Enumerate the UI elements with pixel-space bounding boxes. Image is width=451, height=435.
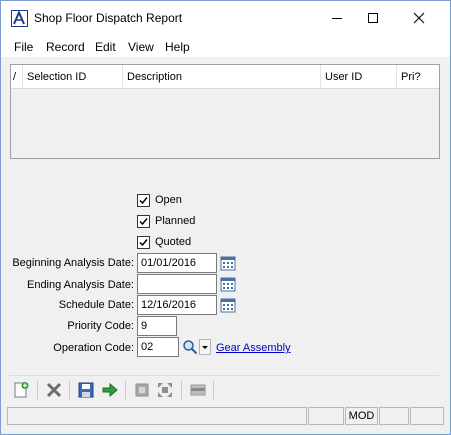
grid-header: / Selection ID Description User ID Pri? bbox=[11, 65, 439, 89]
schedule-date-input[interactable]: 12/16/2016 bbox=[137, 295, 217, 315]
open-checkbox-row[interactable]: Open bbox=[137, 192, 182, 208]
ending-analysis-date-label: Ending Analysis Date: bbox=[26, 279, 134, 291]
calendar-icon bbox=[220, 298, 236, 313]
planned-checkbox-row[interactable]: Planned bbox=[137, 213, 195, 229]
grid-body[interactable] bbox=[11, 89, 439, 158]
status-bar: MOD bbox=[7, 407, 444, 425]
planned-checkbox[interactable] bbox=[137, 214, 150, 228]
delete-button[interactable] bbox=[44, 380, 64, 400]
column-header-pri[interactable]: Pri? bbox=[397, 65, 439, 89]
calendar-icon bbox=[220, 256, 236, 271]
beginning-analysis-date-label: Beginning Analysis Date: bbox=[12, 257, 134, 269]
column-header-flag[interactable]: / bbox=[11, 65, 23, 89]
open-checkbox[interactable] bbox=[137, 193, 150, 207]
open-label: Open bbox=[155, 194, 182, 206]
expand-icon bbox=[158, 383, 172, 397]
status-cell-blank bbox=[379, 407, 409, 425]
save-icon bbox=[78, 382, 94, 398]
maximize-button[interactable] bbox=[350, 1, 396, 35]
beginning-analysis-date-input[interactable]: 01/01/2016 bbox=[137, 253, 217, 273]
print-preview-icon bbox=[135, 383, 149, 397]
quoted-checkbox[interactable] bbox=[137, 235, 150, 249]
column-header-selection-id[interactable]: Selection ID bbox=[23, 65, 123, 89]
menu-help[interactable]: Help bbox=[165, 40, 190, 54]
operation-lookup-button[interactable] bbox=[182, 339, 198, 355]
toolbar-divider bbox=[181, 381, 182, 399]
checkmark-icon bbox=[139, 217, 148, 225]
bar-icon bbox=[190, 384, 206, 396]
schedule-date-calendar-button[interactable] bbox=[220, 297, 236, 313]
toolbar-divider bbox=[213, 381, 214, 399]
menu-view[interactable]: View bbox=[128, 40, 154, 54]
beginning-date-calendar-button[interactable] bbox=[220, 255, 236, 271]
toolbar-divider bbox=[37, 381, 38, 399]
status-message-cell bbox=[7, 407, 307, 425]
selection-grid[interactable]: / Selection ID Description User ID Pri? bbox=[10, 64, 440, 159]
operation-code-label: Operation Code: bbox=[53, 342, 134, 354]
toolbar-divider bbox=[125, 381, 126, 399]
gear-assembly-link[interactable]: Gear Assembly bbox=[216, 342, 291, 354]
quoted-checkbox-row[interactable]: Quoted bbox=[137, 234, 191, 250]
schedule-date-label: Schedule Date: bbox=[58, 299, 134, 311]
title-bar[interactable]: Shop Floor Dispatch Report bbox=[1, 1, 450, 35]
save-button[interactable] bbox=[76, 380, 96, 400]
operation-dropdown-button[interactable] bbox=[199, 339, 211, 355]
window-title: Shop Floor Dispatch Report bbox=[34, 11, 183, 25]
checkmark-icon bbox=[139, 238, 148, 246]
print-preview-button[interactable] bbox=[132, 380, 152, 400]
status-mode: MOD bbox=[345, 407, 378, 425]
search-icon bbox=[183, 340, 198, 355]
operation-code-input[interactable]: 02 bbox=[137, 337, 179, 357]
ending-date-calendar-button[interactable] bbox=[220, 276, 236, 292]
status-cell-blank bbox=[308, 407, 344, 425]
proceed-arrow-icon bbox=[102, 382, 118, 398]
menu-record[interactable]: Record bbox=[46, 40, 85, 54]
status-cell-blank bbox=[410, 407, 444, 425]
quoted-label: Quoted bbox=[155, 236, 192, 248]
menu-edit[interactable]: Edit bbox=[95, 40, 116, 54]
proceed-button[interactable] bbox=[100, 380, 120, 400]
toolbar-separator bbox=[9, 375, 439, 376]
chevron-down-icon bbox=[202, 346, 208, 349]
app-logo-icon bbox=[11, 10, 28, 27]
delete-icon bbox=[46, 382, 62, 398]
planned-label: Planned bbox=[155, 215, 196, 227]
bar-button[interactable] bbox=[188, 380, 208, 400]
column-header-description[interactable]: Description bbox=[123, 65, 321, 89]
checkmark-icon bbox=[139, 196, 148, 204]
minimize-icon bbox=[332, 18, 342, 19]
report-window: Shop Floor Dispatch Report File Record E… bbox=[0, 0, 451, 435]
column-header-user-id[interactable]: User ID bbox=[321, 65, 397, 89]
expand-button[interactable] bbox=[155, 380, 175, 400]
menu-file[interactable]: File bbox=[14, 40, 33, 54]
ending-analysis-date-input[interactable] bbox=[137, 274, 217, 294]
priority-code-label: Priority Code: bbox=[67, 320, 134, 332]
calendar-icon bbox=[220, 277, 236, 292]
new-record-button[interactable] bbox=[11, 380, 31, 400]
close-button[interactable] bbox=[396, 1, 442, 35]
menu-bar: File Record Edit View Help bbox=[1, 35, 450, 57]
maximize-icon bbox=[368, 13, 378, 23]
toolbar-divider bbox=[69, 381, 70, 399]
close-icon bbox=[413, 12, 425, 24]
priority-code-input[interactable]: 9 bbox=[137, 316, 177, 336]
new-record-icon bbox=[14, 382, 29, 398]
